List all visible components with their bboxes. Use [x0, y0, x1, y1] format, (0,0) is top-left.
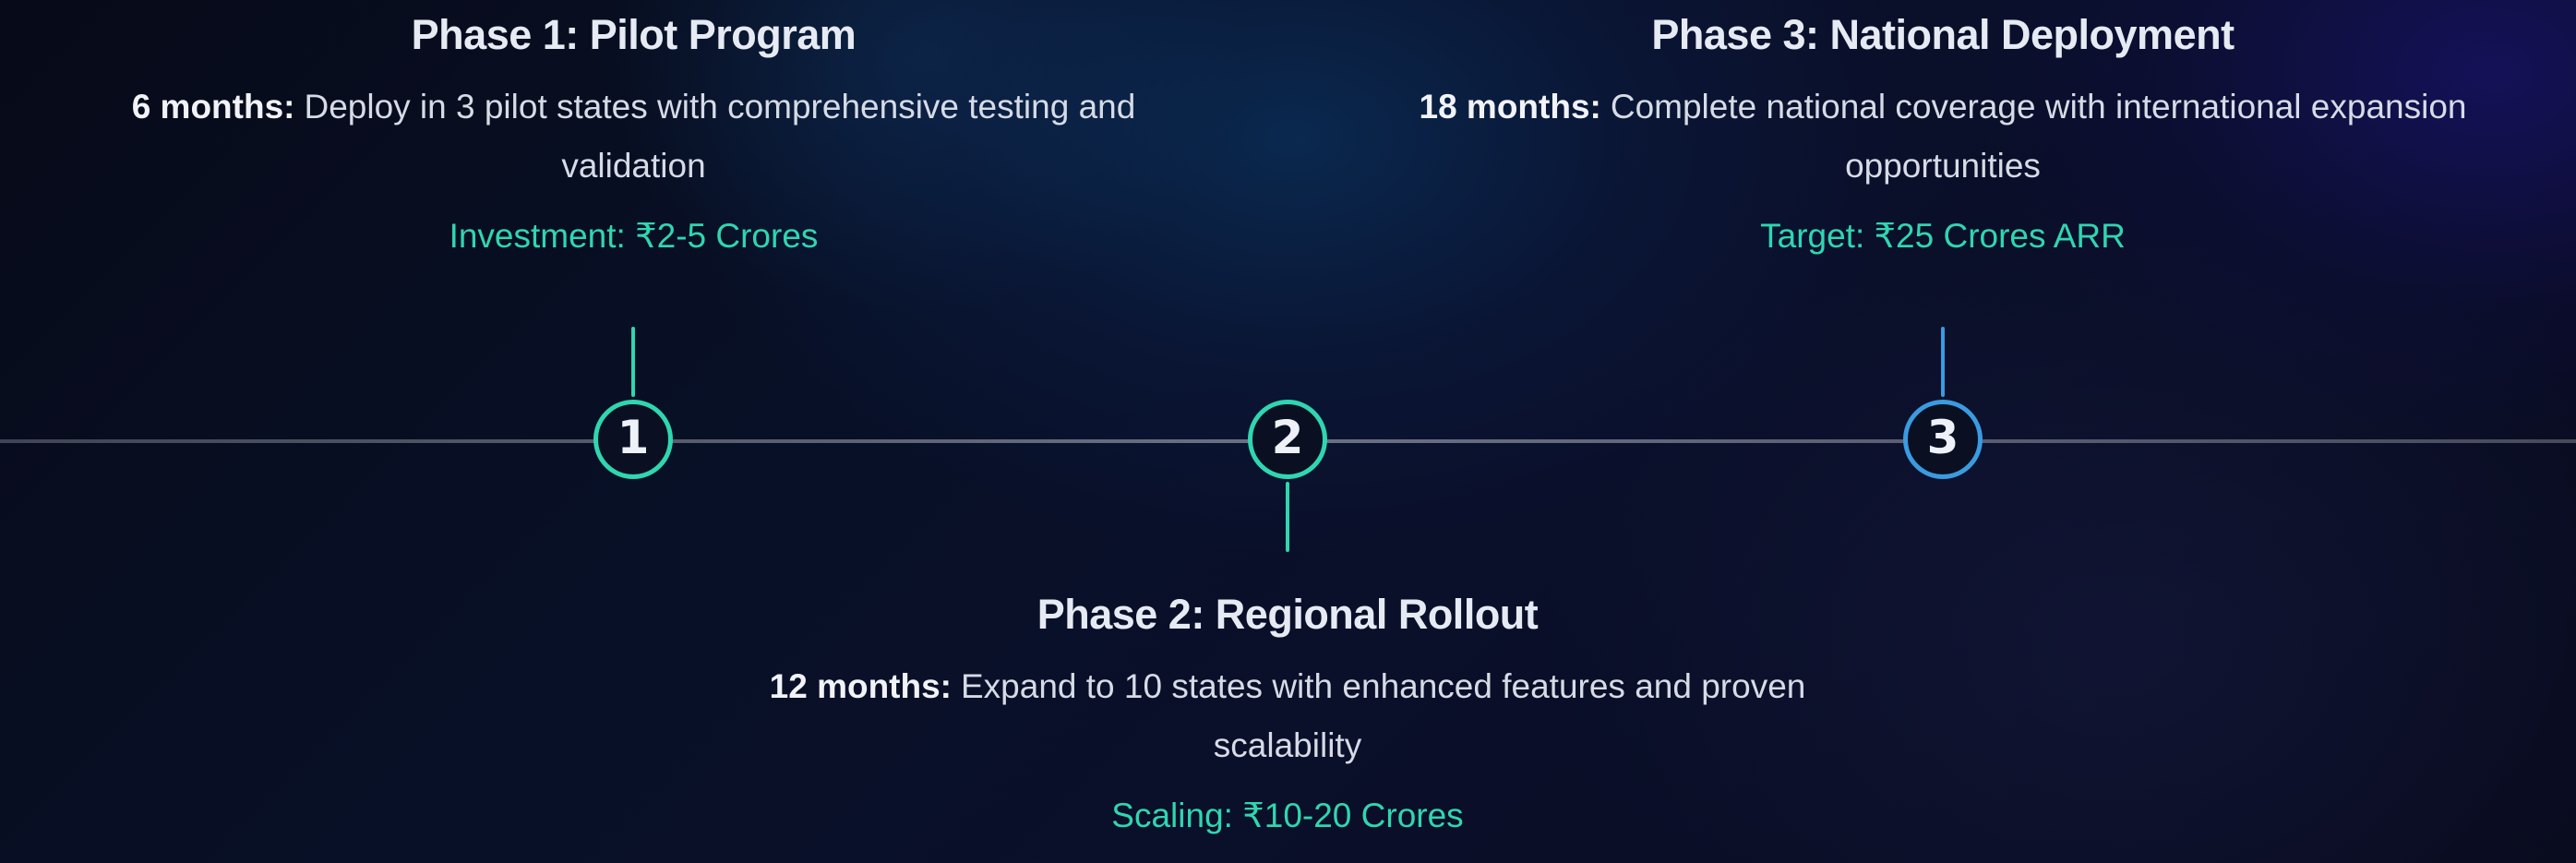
phase-2-number: 2 — [1271, 411, 1304, 464]
phase-2-card: Phase 2: Regional Rollout 12 months: Expa… — [711, 580, 1864, 842]
phase-1-card: Phase 1: Pilot Program 6 months: Deploy i… — [92, 0, 1175, 262]
phase-3-number: 3 — [1926, 411, 1959, 464]
phase-3-description-block: 18 months: Complete national coverage wit… — [1366, 78, 2520, 196]
phase-2-title: Phase 2: Regional Rollout — [1036, 591, 1539, 638]
phase-3-metric: Target: ₹25 Crores ARR — [1760, 217, 2126, 255]
phase-1-marker: 1 — [593, 400, 673, 479]
phase-1-description-block: 6 months: Deploy in 3 pilot states with c… — [92, 78, 1175, 196]
phase-2-marker: 2 — [1248, 400, 1327, 479]
phase-3-description: Complete national coverage with internat… — [1610, 88, 2467, 185]
phase-3-marker: 3 — [1903, 400, 1983, 479]
phase-3-title: Phase 3: National Deployment — [1651, 11, 2235, 58]
phase-1-connector — [631, 327, 635, 397]
phase-3-card: Phase 3: National Deployment 18 months: C… — [1366, 0, 2520, 262]
phase-2-metric: Scaling: ₹10-20 Crores — [1111, 797, 1464, 834]
phase-1-metric: Investment: ₹2-5 Crores — [449, 217, 819, 255]
phase-1-description: Deploy in 3 pilot states with comprehens… — [304, 88, 1136, 185]
phase-3-connector — [1941, 327, 1945, 397]
phase-2-duration: 12 months: — [769, 667, 952, 705]
phase-2-connector — [1286, 482, 1289, 552]
phase-1-title: Phase 1: Pilot Program — [411, 11, 857, 58]
phase-1-number: 1 — [617, 411, 650, 464]
phase-3-duration: 18 months: — [1419, 88, 1601, 126]
phase-1-duration: 6 months: — [131, 88, 295, 126]
phase-2-description-block: 12 months: Expand to 10 states with enhan… — [711, 657, 1864, 775]
phase-2-description: Expand to 10 states with enhanced featur… — [961, 667, 1806, 764]
